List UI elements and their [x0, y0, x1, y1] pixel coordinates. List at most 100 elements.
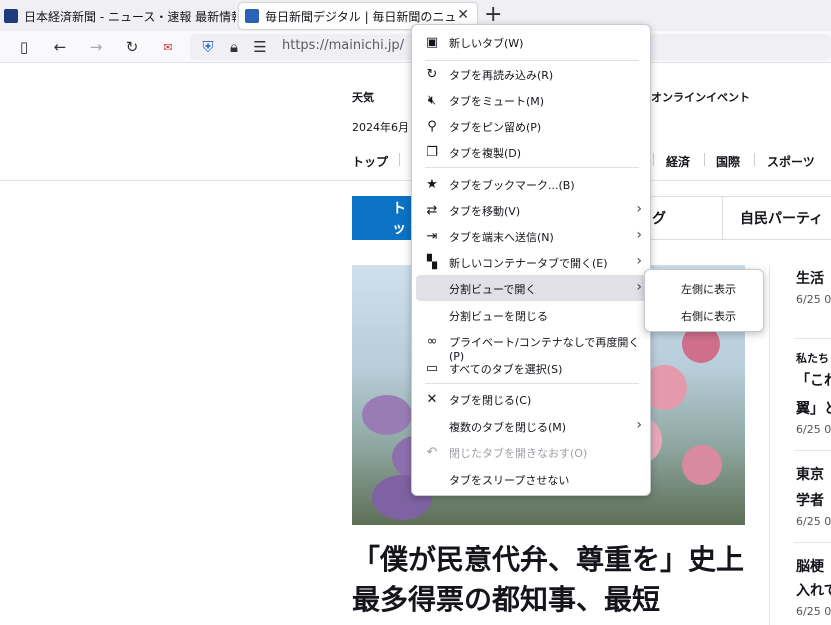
- page-date: 2024年6月: [352, 121, 409, 134]
- show-right-option[interactable]: 右側に表示: [681, 308, 736, 324]
- tab-title: 毎日新聞デジタル | 毎日新聞のニュース: [265, 9, 455, 24]
- menu-reopen-private[interactable]: ∞ プライベート/コンテナなしで再度開く(P): [416, 328, 646, 364]
- side-article-title[interactable]: 生活: [796, 268, 824, 288]
- show-left-option[interactable]: 左側に表示: [681, 281, 736, 297]
- container-icon: ▚: [427, 254, 437, 270]
- mainichi-favicon: [245, 9, 259, 23]
- reload-icon[interactable]: ↻: [122, 37, 142, 57]
- menu-move-tab[interactable]: ⇄ タブを移動(V) ›: [416, 197, 646, 223]
- side-article-kicker: 私たち: [796, 352, 829, 365]
- menu-label: 複数のタブを閉じる(M): [449, 421, 567, 434]
- nikkei-favicon: [4, 9, 18, 23]
- menu-label: タブをブックマーク...(B): [449, 179, 575, 192]
- chevron-right-icon: ›: [636, 279, 642, 295]
- menu-reopen-closed-tab: ↶ 閉じたタブを開きなおす(O): [416, 439, 646, 465]
- divider: [794, 338, 831, 339]
- menu-separator: [425, 167, 639, 168]
- mail-icon[interactable]: ✉: [158, 37, 178, 57]
- menu-mute-tab[interactable]: 🔇︎ タブをミュート(M): [416, 87, 646, 113]
- send-icon: ⇥: [426, 228, 438, 244]
- menu-label: 新しいタブ(W): [449, 37, 524, 50]
- topic-tab-label: トッ: [392, 201, 406, 237]
- online-event-link[interactable]: オンラインイベント: [651, 89, 750, 105]
- menu-label: 分割ビューを閉じる: [449, 310, 548, 323]
- menu-separator: [425, 383, 639, 384]
- forward-icon[interactable]: →: [86, 37, 106, 57]
- side-article-title[interactable]: 「これ: [796, 370, 831, 390]
- side-article-title[interactable]: 脳梗: [796, 556, 824, 576]
- tab-nikkei[interactable]: 日本経済新聞 - ニュース・速報 最新情報: [4, 3, 236, 29]
- topic-tab-2[interactable]: グ: [652, 208, 666, 228]
- weather-link[interactable]: 天気: [352, 89, 374, 105]
- mute-icon: 🔇︎: [427, 92, 437, 108]
- divider: [653, 153, 654, 166]
- divider: [794, 450, 831, 451]
- side-article-title[interactable]: 東京: [796, 464, 824, 484]
- category-international[interactable]: 国際: [716, 153, 740, 170]
- menu-close-tab[interactable]: ✕ タブを閉じる(C): [416, 386, 646, 412]
- menu-label: 分割ビューで開く: [449, 283, 537, 296]
- chevron-right-icon: ›: [636, 201, 642, 217]
- split-view-submenu: 左側に表示 右側に表示: [644, 269, 764, 332]
- side-article-title[interactable]: 翼」と: [796, 398, 831, 418]
- menu-open-container-tab[interactable]: ▚ 新しいコンテナータブで開く(E) ›: [416, 249, 646, 275]
- menu-label: タブをスリープさせない: [449, 474, 570, 487]
- sidebar-icon[interactable]: ▯: [14, 37, 34, 57]
- menu-reload-tab[interactable]: ↻ タブを再読み込み(R): [416, 61, 646, 87]
- menu-label: 新しいコンテナータブで開く(E): [449, 257, 608, 270]
- side-article-title[interactable]: 学者: [796, 490, 824, 510]
- menu-open-split-view[interactable]: 分割ビューで開く ›: [416, 275, 646, 301]
- close-tab-icon[interactable]: ✕: [457, 7, 469, 23]
- duplicate-icon: ❐: [426, 144, 438, 160]
- menu-bookmark-tab[interactable]: ★ タブをブックマーク...(B): [416, 171, 646, 197]
- menu-label: タブをピン留め(P): [449, 121, 542, 134]
- divider: [399, 153, 400, 166]
- undo-icon: ↶: [426, 444, 438, 460]
- menu-send-tab[interactable]: ⇥ タブを端末へ送信(N) ›: [416, 223, 646, 249]
- menu-select-all-tabs[interactable]: ▭ すべてのタブを選択(S): [416, 355, 646, 381]
- side-article-date: 6/25 0: [796, 293, 831, 306]
- back-icon[interactable]: ←: [50, 37, 70, 57]
- category-sports[interactable]: スポーツ: [767, 153, 815, 170]
- menu-label: タブを閉じる(C): [449, 394, 532, 407]
- menu-new-tab[interactable]: ▣ 新しいタブ(W): [416, 29, 646, 55]
- star-icon: ★: [426, 176, 438, 192]
- topic-tab-top[interactable]: トッ: [352, 196, 412, 240]
- category-economy[interactable]: 経済: [666, 153, 690, 170]
- headline[interactable]: 「僕が民意代弁、尊重を」史上最多得票の都知事、最短: [352, 540, 752, 620]
- side-article-date: 6/25 0: [796, 605, 831, 618]
- tab-title: 日本経済新聞 - ニュース・速報 最新情報: [24, 9, 236, 24]
- lock-icon[interactable]: 🔒︎: [224, 37, 244, 57]
- side-article-title[interactable]: 入れて: [796, 580, 831, 600]
- menu-tab-no-sleep[interactable]: タブをスリープさせない: [416, 466, 646, 492]
- side-article-date: 6/25 07: [796, 515, 831, 528]
- menu-close-multiple-tabs[interactable]: 複数のタブを閉じる(M) ›: [416, 413, 646, 439]
- category-top[interactable]: トップ: [352, 153, 388, 170]
- menu-label: すべてのタブを選択(S): [449, 363, 563, 376]
- menu-pin-tab[interactable]: ⚲ タブをピン留め(P): [416, 113, 646, 139]
- shield-icon[interactable]: ⛨: [198, 37, 218, 57]
- chevron-right-icon: ›: [636, 417, 642, 433]
- menu-label: タブをミュート(M): [449, 95, 545, 108]
- menu-duplicate-tab[interactable]: ❐ タブを複製(D): [416, 139, 646, 165]
- select-all-icon: ▭: [425, 360, 439, 376]
- chevron-right-icon: ›: [636, 227, 642, 243]
- divider: [794, 542, 831, 543]
- reload-icon: ↻: [426, 66, 438, 82]
- menu-label: タブを複製(D): [449, 147, 522, 160]
- permissions-icon[interactable]: ☰: [250, 37, 270, 57]
- divider: [754, 153, 755, 166]
- close-icon: ✕: [426, 391, 438, 407]
- menu-close-split-view[interactable]: 分割ビューを閉じる: [416, 302, 646, 328]
- menu-label: 閉じたタブを開きなおす(O): [449, 447, 588, 460]
- side-article-date: 6/25 08: [796, 423, 831, 436]
- move-icon: ⇄: [426, 202, 438, 218]
- divider: [722, 196, 723, 240]
- tab-context-menu: ▣ 新しいタブ(W) ↻ タブを再読み込み(R) 🔇︎ タブをミュート(M) ⚲…: [411, 24, 651, 496]
- topic-tab-ldp[interactable]: 自民パーティ: [740, 208, 823, 228]
- pin-icon: ⚲: [427, 118, 437, 134]
- chevron-right-icon: ›: [636, 253, 642, 269]
- url-text[interactable]: https://mainichi.jp/: [282, 38, 404, 53]
- menu-label: タブを端末へ送信(N): [449, 231, 554, 244]
- divider: [704, 153, 705, 166]
